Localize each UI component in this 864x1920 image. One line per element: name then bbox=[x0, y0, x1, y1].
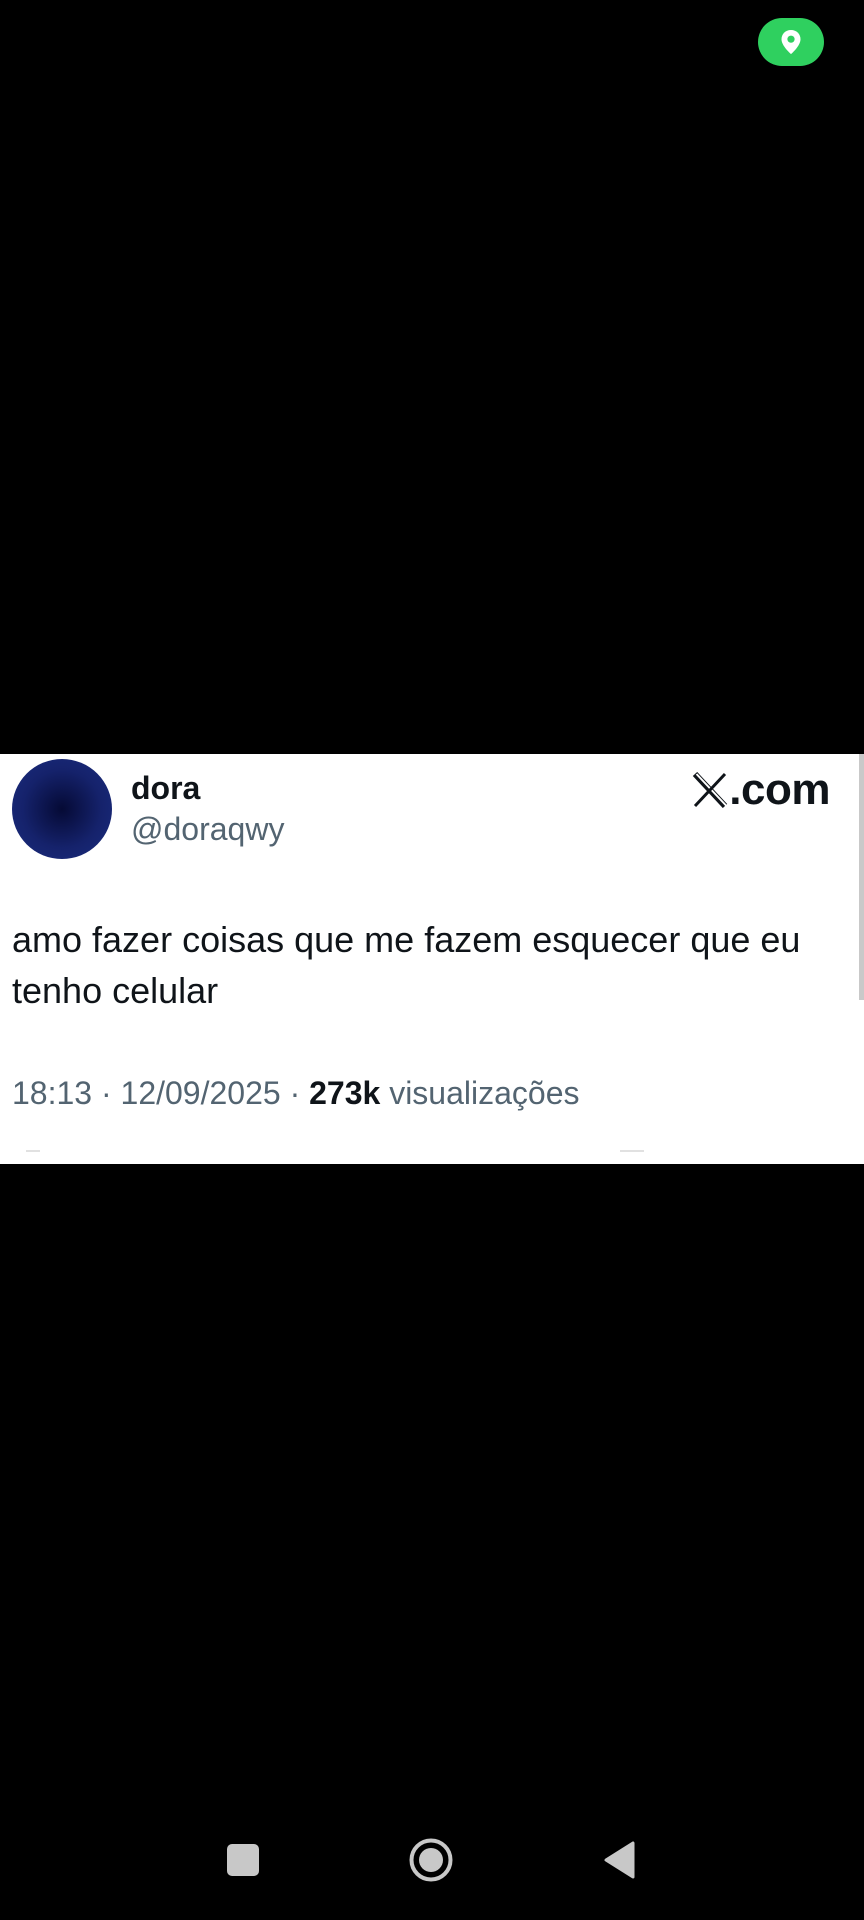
tweet-meta: 18:13 · 12/09/2025 · 273k visualizações bbox=[12, 1074, 580, 1112]
views-label: visualizações bbox=[389, 1075, 580, 1111]
location-indicator[interactable] bbox=[758, 18, 824, 66]
meta-separator: · bbox=[289, 1075, 301, 1111]
meta-separator: · bbox=[100, 1075, 112, 1111]
triangle-back-icon bbox=[604, 1841, 635, 1879]
brand-domain: .com bbox=[729, 765, 830, 814]
back-button[interactable] bbox=[580, 1820, 660, 1900]
avatar[interactable] bbox=[12, 759, 112, 859]
divider bbox=[620, 1150, 644, 1152]
tweet-text: amo fazer coisas que me fazem esquecer q… bbox=[12, 919, 801, 1011]
recents-button[interactable] bbox=[203, 1820, 283, 1900]
square-icon bbox=[227, 1844, 259, 1876]
circle-icon bbox=[409, 1838, 453, 1882]
display-name[interactable]: dora bbox=[131, 769, 200, 807]
navigation-bar bbox=[0, 1820, 864, 1920]
tweet-card[interactable]: dora @doraqwy .com amo fazer coisas que … bbox=[0, 754, 864, 1164]
user-handle[interactable]: @doraqwy bbox=[131, 810, 284, 848]
x-logo-icon bbox=[693, 772, 728, 809]
divider bbox=[26, 1150, 40, 1152]
tweet-time: 18:13 bbox=[12, 1075, 93, 1111]
location-pin-icon bbox=[781, 30, 801, 54]
views-count: 273k bbox=[309, 1075, 381, 1111]
home-button[interactable] bbox=[391, 1820, 471, 1900]
brand-logo: .com bbox=[692, 764, 830, 817]
tweet-date: 12/09/2025 bbox=[120, 1075, 281, 1111]
scroll-indicator bbox=[859, 754, 864, 1000]
